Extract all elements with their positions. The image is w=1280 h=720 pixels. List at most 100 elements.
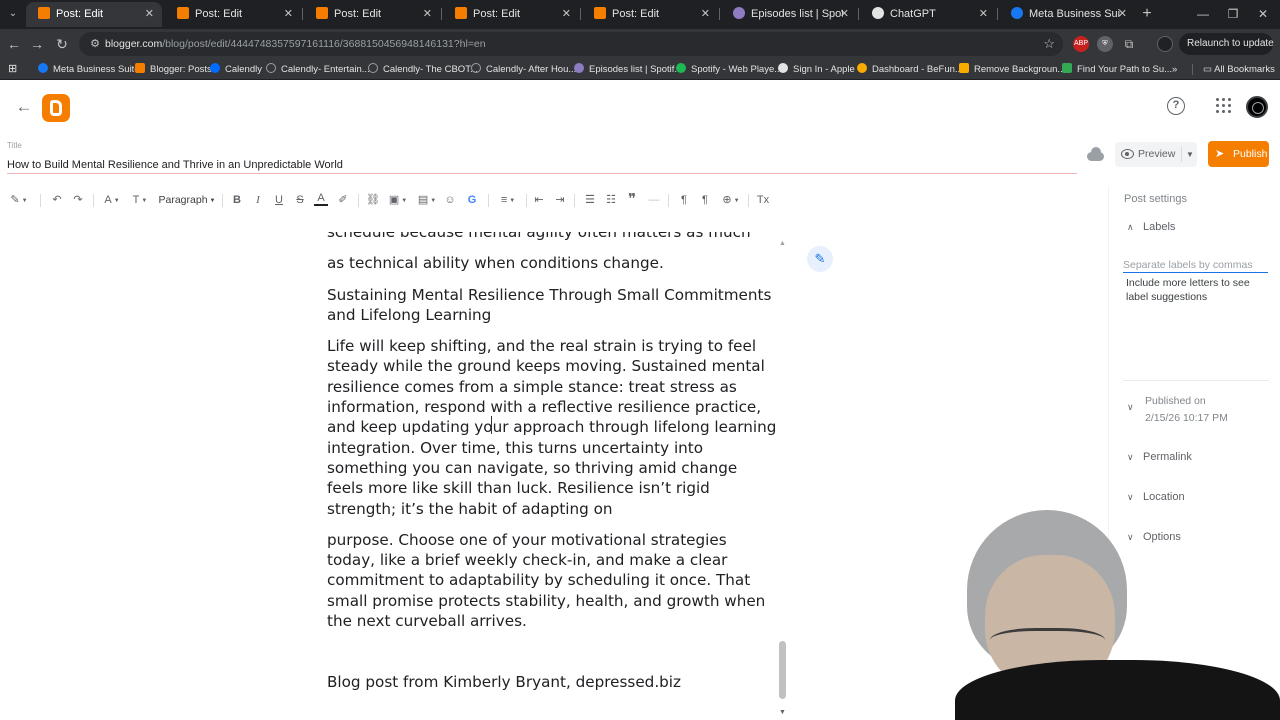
relaunch-button[interactable]: Relaunch to update ⋮ xyxy=(1179,33,1280,55)
labels-section-toggle[interactable]: ∧ Labels xyxy=(1127,219,1175,235)
blogger-logo[interactable] xyxy=(42,94,70,122)
highlight-icon[interactable]: ✐ xyxy=(336,192,350,208)
redo-icon[interactable]: ↷ xyxy=(71,192,85,208)
horizontal-rule-icon[interactable]: — xyxy=(647,192,661,208)
chevron-down-icon[interactable]: ▼ xyxy=(1186,142,1194,167)
font-icon[interactable]: A ▼ xyxy=(101,192,123,208)
browser-tab[interactable]: Meta Business Suite ✕ xyxy=(999,2,1135,27)
scroll-up-icon[interactable]: ▲ xyxy=(779,240,786,247)
numbered-list-icon[interactable]: ☷ xyxy=(604,192,618,208)
post-body-editor[interactable]: schedule because mental agility often ma… xyxy=(316,232,794,720)
italic-icon[interactable]: I xyxy=(251,192,265,208)
help-icon[interactable]: ? xyxy=(1167,97,1185,115)
preview-button[interactable]: Preview ▼ xyxy=(1115,142,1197,167)
bookmark-label: Spotify - Web Playe... xyxy=(691,64,783,75)
google-icon[interactable]: G xyxy=(465,192,479,208)
video-icon[interactable]: ▤ ▼ xyxy=(416,192,438,208)
undo-icon[interactable]: ↶ xyxy=(50,192,64,208)
reload-icon[interactable]: ↻ xyxy=(52,34,72,54)
labels-input[interactable] xyxy=(1123,257,1268,273)
publish-button[interactable]: ➤ Publish xyxy=(1208,141,1269,167)
paragraph-style-dropdown[interactable]: Paragraph ▼ xyxy=(158,192,216,208)
back-icon[interactable]: ← xyxy=(4,34,24,54)
close-icon[interactable]: ✕ xyxy=(701,2,710,27)
folder-icon: ▭ xyxy=(1203,64,1212,75)
close-icon[interactable]: ✕ xyxy=(562,2,571,27)
language-globe-icon[interactable]: ⊕ ▼ xyxy=(720,192,742,208)
bookmark-item[interactable]: Calendly- After Hou... xyxy=(471,59,576,80)
extensions-puzzle-icon[interactable]: ⧉ xyxy=(1121,36,1137,52)
scroll-down-icon[interactable]: ▼ xyxy=(779,709,786,716)
blogger-favicon-icon xyxy=(455,7,467,19)
quote-icon[interactable]: ❞ xyxy=(625,192,639,208)
bold-icon[interactable]: B xyxy=(230,192,244,208)
bookmark-item[interactable]: Sign In - Apple xyxy=(778,59,855,80)
compose-mode-icon[interactable]: ✎ ▼ xyxy=(8,192,30,208)
bookmark-item[interactable]: Calendly- Entertain... xyxy=(266,59,370,80)
browser-tab[interactable]: Episodes list | Spotify for ✕ xyxy=(721,2,857,27)
forward-icon[interactable]: → xyxy=(27,34,47,54)
text-color-icon[interactable]: A xyxy=(314,192,328,206)
bookmark-item[interactable]: Meta Business Suite xyxy=(38,59,140,80)
address-bar[interactable]: ⚙ blogger.com/blog/post/edit/44447483575… xyxy=(79,32,1063,56)
bookmark-item[interactable]: Spotify - Web Playe... xyxy=(676,59,782,80)
browser-tab[interactable]: Post: Edit ✕ xyxy=(582,2,718,27)
bookmark-item[interactable]: Find Your Path to Su... xyxy=(1062,59,1172,80)
all-bookmarks[interactable]: ▭ All Bookmarks xyxy=(1203,59,1275,80)
more-bookmarks-icon[interactable]: » xyxy=(1172,59,1177,80)
bookmark-item[interactable]: Episodes list | Spotif... xyxy=(574,59,682,80)
clear-formatting-icon[interactable]: Tx xyxy=(756,192,770,208)
new-tab-button[interactable]: + xyxy=(1137,4,1157,24)
bookmark-item[interactable]: Remove Backgroun... xyxy=(959,59,1065,80)
close-icon[interactable]: ✕ xyxy=(284,2,293,27)
back-arrow-icon[interactable]: ← xyxy=(14,97,34,117)
bookmark-item[interactable]: Calendly xyxy=(210,59,262,80)
tab-separator xyxy=(441,8,442,20)
bulleted-list-icon[interactable]: ☰ xyxy=(583,192,597,208)
cloud-saved-icon xyxy=(1087,147,1104,161)
bookmark-star-icon[interactable]: ☆ xyxy=(1043,34,1055,54)
adblock-extension-icon[interactable]: ABP xyxy=(1073,36,1089,52)
link-icon[interactable]: ⛓ xyxy=(366,192,380,208)
browser-tab[interactable]: ChatGPT ✕ xyxy=(860,2,996,27)
align-icon[interactable]: ≡ ▼ xyxy=(497,192,519,208)
browser-tab[interactable]: Post: Edit ✕ xyxy=(304,2,440,27)
emoji-icon[interactable]: ☺ xyxy=(443,192,457,208)
restore-icon[interactable]: ❐ xyxy=(1223,4,1243,24)
indent-decrease-icon[interactable]: ⇤ xyxy=(532,192,546,208)
formatting-toolbar: ✎ ▼ ↶ ↷ A ▼ T ▼ Paragraph ▼ B I U S A ✐ ⛓ ▣ ▼… xyxy=(0,186,1108,214)
magic-wand-icon[interactable]: ✎ xyxy=(807,246,833,272)
google-apps-icon[interactable] xyxy=(1216,98,1232,114)
bookmark-item[interactable]: Dashboard - BeFun... xyxy=(857,59,963,80)
close-icon[interactable]: ✕ xyxy=(979,2,988,27)
profile-avatar-icon[interactable] xyxy=(1157,36,1173,52)
strikethrough-icon[interactable]: S xyxy=(293,192,307,208)
underline-icon[interactable]: U xyxy=(272,192,286,208)
ltr-direction-icon[interactable]: ¶ xyxy=(677,192,691,208)
window-close-icon[interactable]: ✕ xyxy=(1253,4,1273,24)
tab-search-icon[interactable]: ⌄ xyxy=(4,5,22,23)
minimize-icon[interactable]: — xyxy=(1193,4,1213,24)
rtl-direction-icon[interactable]: ¶ xyxy=(698,192,712,208)
permalink-section-toggle[interactable]: ∨ Permalink xyxy=(1127,449,1192,465)
post-title-input[interactable] xyxy=(7,156,1077,174)
close-icon[interactable]: ✕ xyxy=(423,2,432,27)
published-on-section[interactable]: Published on 2/15/26 10:17 PM xyxy=(1145,393,1228,426)
close-icon[interactable]: ✕ xyxy=(1118,2,1127,27)
account-avatar[interactable] xyxy=(1246,96,1268,118)
text-size-icon[interactable]: T ▼ xyxy=(129,192,151,208)
browser-tab[interactable]: Post: Edit ✕ xyxy=(443,2,579,27)
indent-increase-icon[interactable]: ⇥ xyxy=(553,192,567,208)
shield-extension-icon[interactable]: ⛨ xyxy=(1097,36,1113,52)
bookmark-item[interactable]: Blogger: Posts xyxy=(135,59,212,80)
bookmark-item[interactable]: Calendly- The CBOT... xyxy=(368,59,478,80)
image-icon[interactable]: ▣ ▼ xyxy=(387,192,409,208)
close-icon[interactable]: ✕ xyxy=(840,2,849,27)
chevron-down-icon[interactable]: ∨ xyxy=(1127,402,1134,413)
site-info-icon[interactable]: ⚙ xyxy=(87,36,103,52)
scrollbar-thumb[interactable] xyxy=(779,641,786,699)
browser-tab[interactable]: Post: Edit ✕ xyxy=(165,2,301,27)
apps-grid-icon[interactable]: ⊞ xyxy=(8,59,17,80)
browser-tab[interactable]: Post: Edit ✕ xyxy=(26,2,162,27)
close-icon[interactable]: ✕ xyxy=(145,2,154,27)
